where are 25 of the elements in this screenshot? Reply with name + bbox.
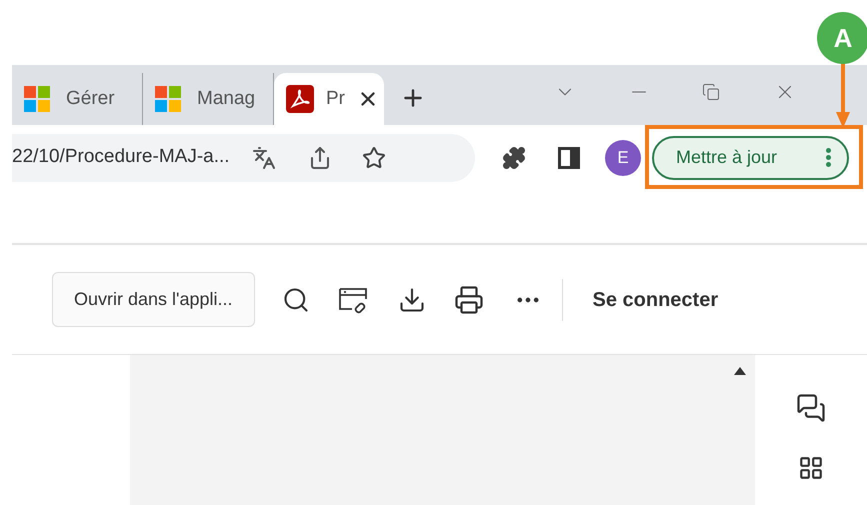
side-panel-icon[interactable] [558,146,580,168]
browser-tab[interactable]: Gérer [12,73,143,125]
update-button[interactable]: Mettre à jour [652,136,849,180]
bookmark-star-icon[interactable] [362,146,386,170]
share-link-icon[interactable] [338,286,370,314]
restore-icon[interactable] [702,83,720,101]
profile-avatar[interactable]: E [605,140,641,176]
address-bar[interactable]: 22/10/Procedure-MAJ-a... [12,134,475,182]
thumbnails-icon[interactable] [798,455,824,481]
callout-badge: A [817,12,867,64]
sign-in-button[interactable]: Se connecter [592,284,718,314]
open-in-app-button[interactable]: Ouvrir dans l'appli... [52,272,255,327]
pdf-logo-icon [286,85,314,113]
download-icon[interactable] [398,286,426,314]
translate-icon[interactable] [252,146,276,170]
scroll-up-icon[interactable] [734,367,746,375]
print-icon[interactable] [454,284,484,314]
browser-tab[interactable]: Pr [274,73,384,125]
windows-logo-icon [155,86,181,112]
browser-tab[interactable]: Manag [143,73,274,125]
menu-icon [826,148,831,167]
search-icon[interactable] [282,286,310,314]
windows-logo-icon [24,86,50,112]
comments-icon[interactable] [796,393,826,423]
extensions-icon[interactable] [502,146,526,170]
